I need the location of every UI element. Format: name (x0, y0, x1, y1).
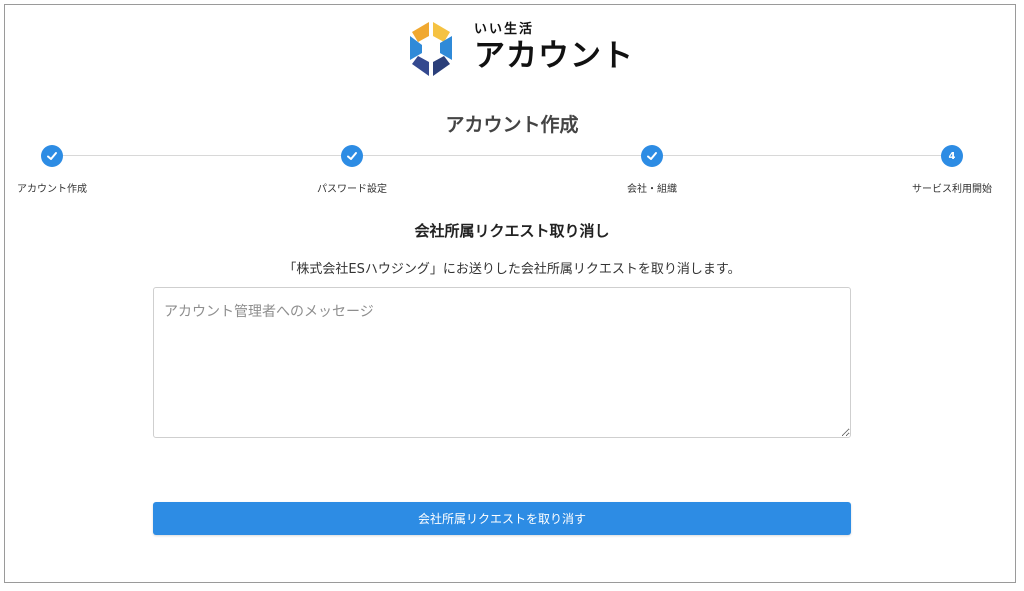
step-3-check-icon (641, 145, 663, 167)
section-title: 会社所属リクエスト取り消し (414, 222, 610, 240)
logo-subtitle: いい生活 (474, 22, 535, 37)
step-3-label: 会社・組織 (627, 184, 677, 195)
step-4-label: サービス利用開始 (912, 184, 992, 195)
step-1-label: アカウント作成 (17, 184, 87, 195)
step-2-check-icon (341, 145, 363, 167)
page-title: アカウント作成 (445, 114, 579, 136)
step-1-check-icon (41, 145, 63, 167)
app-logo: いい生活 アカウント (402, 18, 634, 80)
step-4-number-badge: 4 (941, 145, 963, 167)
stepper-track (52, 155, 952, 156)
step-2-label: パスワード設定 (317, 184, 387, 195)
logo-hexagon-icon (410, 22, 452, 76)
admin-message-textarea[interactable] (153, 287, 851, 438)
cancel-request-button[interactable]: 会社所属リクエストを取り消す (153, 502, 851, 535)
request-cancel-description: 「株式会社ESハウジング」にお送りした会社所属リクエストを取り消します。 (283, 262, 741, 277)
logo-title: アカウント (474, 38, 634, 74)
